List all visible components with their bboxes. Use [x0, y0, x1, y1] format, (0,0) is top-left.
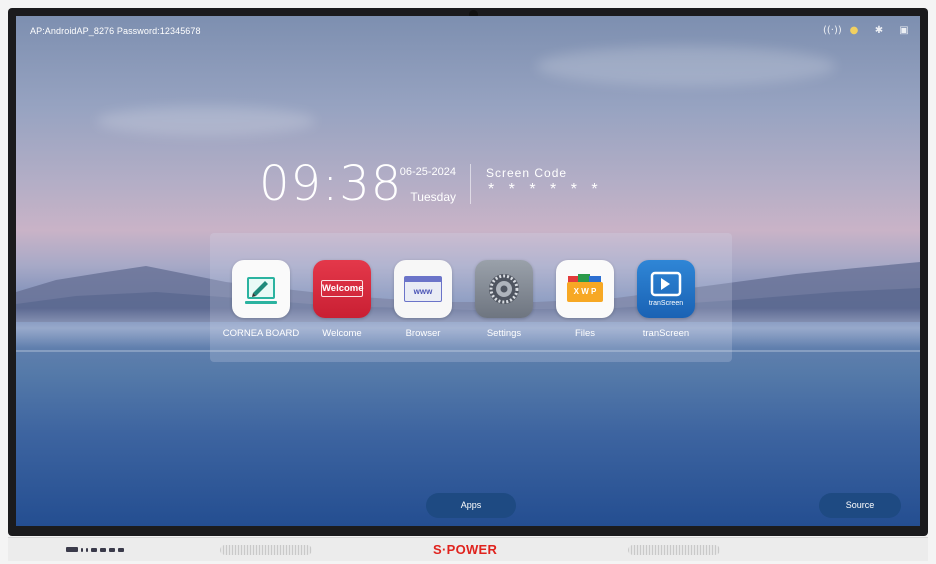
port-icon: [109, 547, 115, 552]
app-cornea-board[interactable]: CORNEA BOARD: [222, 260, 300, 339]
app-label: CORNEA BOARD: [222, 328, 300, 339]
port-icon: [86, 547, 88, 552]
browser-icon[interactable]: www: [394, 260, 452, 318]
app-label: tranScreen: [642, 328, 690, 339]
transcreen-icon[interactable]: tranScreen: [637, 260, 695, 318]
clock-time: 09:38: [259, 156, 403, 212]
home-screen: AP:AndroidAP_8276 Password:12345678 ((·)…: [16, 16, 920, 526]
screen-code-label: Screen Code: [486, 166, 568, 180]
app-panel: CORNEA BOARD Welcome Welcome www Browser: [210, 233, 732, 362]
divider: [470, 164, 471, 204]
welcome-tile-text: Welcome: [321, 280, 364, 297]
cloud: [96, 106, 316, 136]
gear-icon[interactable]: [475, 260, 533, 318]
front-panel: S·POWER: [8, 537, 928, 561]
app-label: Settings: [486, 328, 522, 339]
files-icon[interactable]: X W P: [556, 260, 614, 318]
tip-icon[interactable]: ●: [848, 25, 860, 37]
transcreen-tile-text: tranScreen: [648, 300, 684, 307]
app-label: Browser: [405, 328, 441, 339]
port-icon: [118, 547, 124, 552]
speaker-grill: [220, 545, 312, 555]
whiteboard-icon[interactable]: [232, 260, 290, 318]
app-welcome[interactable]: Welcome Welcome: [303, 260, 381, 339]
welcome-icon[interactable]: Welcome: [313, 260, 371, 318]
bluetooth-icon[interactable]: ✱: [873, 25, 885, 37]
brand-logo: S·POWER: [433, 542, 498, 557]
clock-weekday: Tuesday: [410, 190, 456, 204]
app-settings[interactable]: Settings: [465, 260, 543, 339]
screen-code-value: * * * * * *: [488, 181, 603, 198]
app-files[interactable]: X W P Files: [546, 260, 624, 339]
app-label: Welcome: [322, 328, 362, 339]
cloud: [536, 46, 836, 86]
port-icon: [100, 547, 106, 552]
apps-button[interactable]: Apps: [426, 493, 516, 518]
screen-icon[interactable]: ▣: [898, 25, 910, 37]
status-icons: ((·)) ● ✱ ▣: [823, 25, 910, 37]
speaker-grill: [628, 545, 720, 555]
clock-date: 06-25-2024: [399, 166, 456, 178]
usb-port-icon: [66, 547, 78, 552]
display-device: AP:AndroidAP_8276 Password:12345678 ((·)…: [0, 0, 936, 564]
app-browser[interactable]: www Browser: [384, 260, 462, 339]
source-button[interactable]: Source: [819, 493, 901, 518]
port-icon: [91, 547, 97, 552]
app-transcreen[interactable]: tranScreen tranScreen: [627, 260, 705, 339]
files-tile-text: X W P: [567, 282, 603, 302]
front-ports: [66, 547, 124, 552]
browser-window: www: [404, 276, 442, 302]
app-label: Files: [574, 328, 596, 339]
hotspot-info: AP:AndroidAP_8276 Password:12345678: [30, 26, 201, 36]
port-icon: [81, 547, 83, 552]
browser-tile-text: www: [413, 287, 433, 296]
hotspot-icon[interactable]: ((·)): [823, 25, 842, 37]
